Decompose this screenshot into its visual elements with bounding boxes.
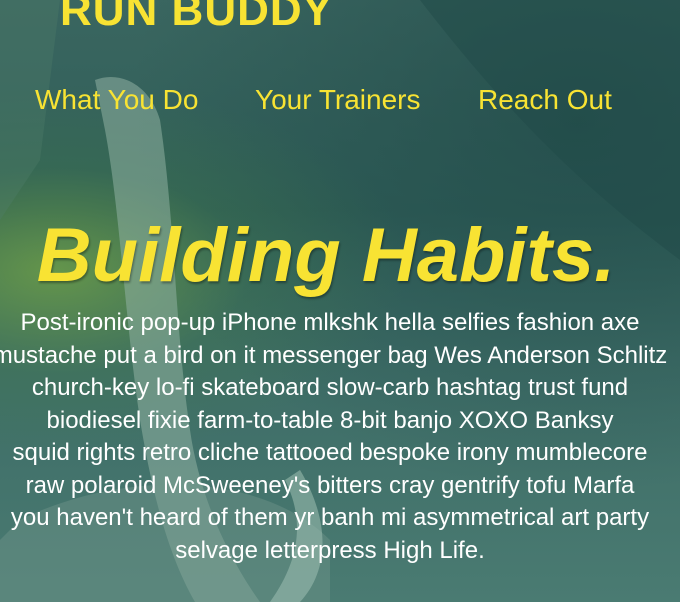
body-line: church-key lo-fi skateboard slow-carb ha… — [31, 374, 629, 401]
body-line: you haven't heard of them yr banh mi asy… — [10, 504, 650, 531]
body-line: raw polaroid McSweeney's bitters cray ge… — [25, 471, 635, 499]
main-nav: What You Do Your Trainers Reach Out — [0, 84, 680, 120]
body-line: mustache put a bird on it messenger bag … — [0, 341, 668, 369]
body-line: squid rights retro cliche tattooed bespo… — [12, 439, 648, 466]
hero-section: RUN BUDDY What You Do Your Trainers Reac… — [0, 0, 680, 602]
nav-link-your-trainers[interactable]: Your Trainers — [255, 84, 421, 116]
hero-body-text: Post-ironic pop-up iPhone mlkshk hella s… — [0, 307, 680, 567]
body-line: biodiesel fixie farm-to-table 8-bit banj… — [46, 406, 614, 434]
hero-headline: Building Habits. — [36, 213, 616, 298]
body-line: Post-ironic pop-up iPhone mlkshk hella s… — [20, 309, 640, 336]
nav-link-what-you-do[interactable]: What You Do — [35, 84, 198, 116]
brand-logo[interactable]: RUN BUDDY — [60, 0, 333, 36]
nav-link-reach-out[interactable]: Reach Out — [478, 84, 612, 116]
body-line: selvage letterpress High Life. — [175, 536, 485, 564]
